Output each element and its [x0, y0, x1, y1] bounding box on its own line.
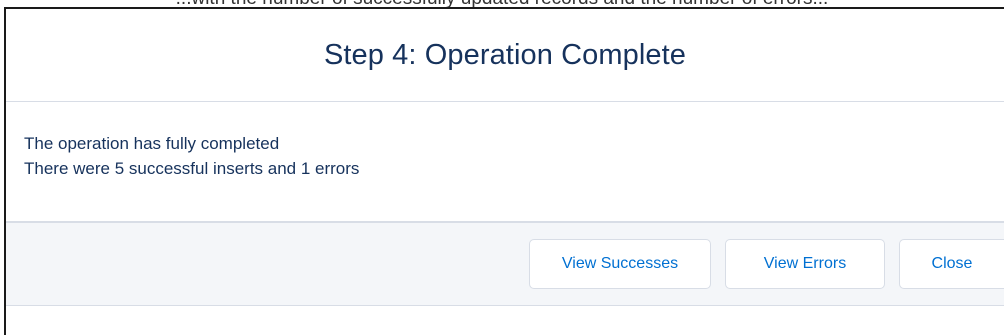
- view-successes-button[interactable]: View Successes: [529, 239, 711, 289]
- operation-complete-modal: Step 4: Operation Complete The operation…: [4, 7, 1004, 335]
- completion-message: The operation has fully completed: [24, 134, 280, 153]
- modal-body: The operation has fully completed There …: [6, 102, 1004, 223]
- result-summary: There were 5 successful inserts and 1 er…: [24, 159, 360, 178]
- modal-title: Step 4: Operation Complete: [323, 38, 687, 71]
- close-button[interactable]: Close: [899, 239, 1004, 289]
- modal-footer: View Successes View Errors Close: [6, 223, 1004, 306]
- modal-header: Step 4: Operation Complete: [6, 9, 1004, 102]
- view-errors-button[interactable]: View Errors: [725, 239, 885, 289]
